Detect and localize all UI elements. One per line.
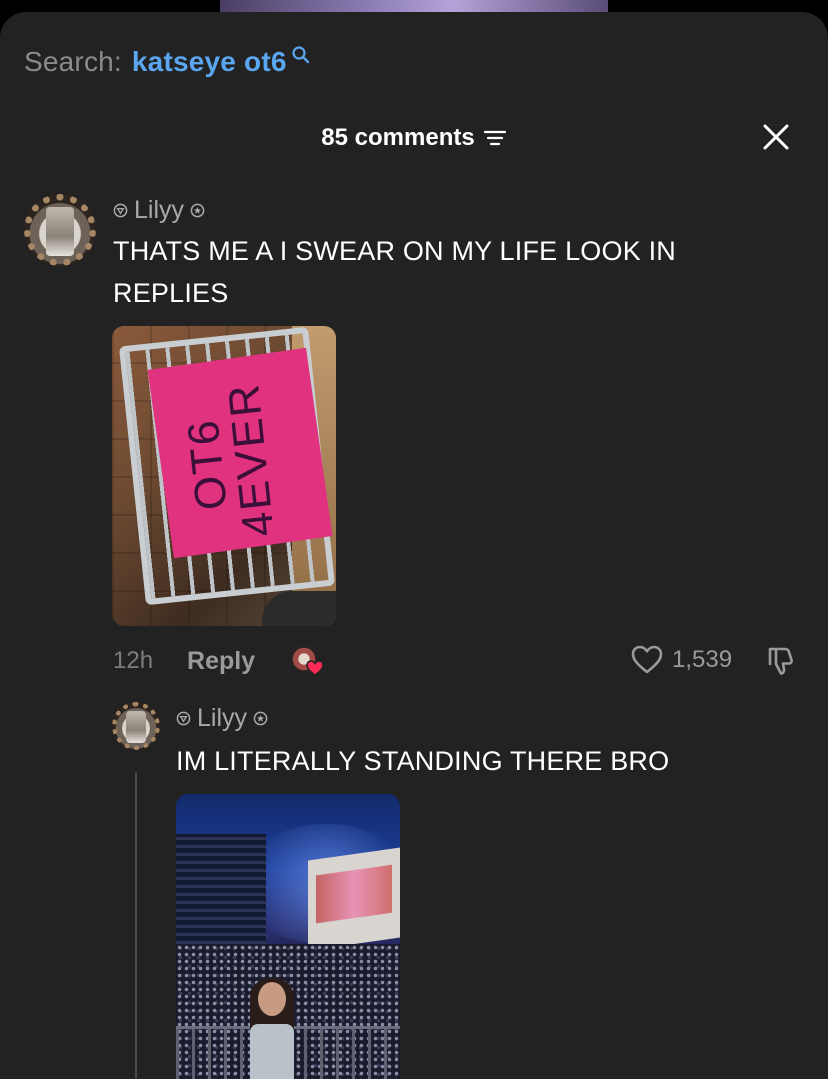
search-suggestion[interactable]: Search: katseye ot6 bbox=[24, 44, 311, 80]
comment-photo[interactable]: OT6 4EVER bbox=[112, 326, 336, 626]
comment-text: THATS ME A I SWEAR ON MY LIFE LOOK IN RE… bbox=[113, 230, 803, 314]
comment-meta: 12h Reply bbox=[113, 646, 324, 676]
reply-username[interactable]: Lilyy bbox=[197, 704, 247, 733]
comment-text-line: REPLIES bbox=[113, 278, 229, 308]
user-badge-icon bbox=[113, 203, 128, 218]
comment-text-line: THATS ME A I SWEAR ON MY LIFE LOOK IN bbox=[113, 236, 677, 266]
comment-time: 12h bbox=[113, 647, 154, 674]
search-term-link[interactable]: katseye ot6 bbox=[132, 46, 287, 78]
reply-text: IM LITERALLY STANDING THERE BRO bbox=[176, 746, 670, 776]
comments-sheet: Search: katseye ot6 85 comments Lilyy TH… bbox=[0, 12, 828, 1079]
search-label: Search: bbox=[24, 46, 122, 77]
comment-count: 85 comments bbox=[321, 124, 475, 151]
photo-sign-text: OT6 4EVER bbox=[178, 380, 284, 540]
creator-heart-icon bbox=[306, 660, 324, 676]
creator-liked-badge bbox=[291, 646, 324, 676]
comment-username-row[interactable]: Lilyy bbox=[113, 196, 211, 225]
reply-username-row[interactable]: Lilyy bbox=[176, 704, 274, 733]
like-count: 1,539 bbox=[672, 646, 733, 673]
filter-icon[interactable] bbox=[483, 128, 507, 148]
comments-header: 85 comments bbox=[0, 120, 828, 156]
heart-icon[interactable] bbox=[630, 644, 664, 676]
reply-avatar[interactable] bbox=[112, 702, 160, 750]
user-badge-icon bbox=[176, 711, 191, 726]
verified-icon bbox=[190, 203, 205, 218]
thread-line bbox=[135, 772, 137, 1079]
reply-button[interactable]: Reply bbox=[187, 647, 255, 676]
dislike-icon[interactable] bbox=[764, 645, 796, 677]
like-button[interactable]: 1,539 bbox=[630, 644, 732, 676]
verified-icon bbox=[253, 711, 268, 726]
close-icon[interactable] bbox=[760, 121, 792, 153]
photo-person bbox=[246, 978, 298, 1079]
search-icon bbox=[292, 46, 309, 64]
comment-username[interactable]: Lilyy bbox=[134, 196, 184, 225]
reply-photo[interactable] bbox=[176, 794, 400, 1079]
avatar[interactable] bbox=[24, 194, 96, 266]
